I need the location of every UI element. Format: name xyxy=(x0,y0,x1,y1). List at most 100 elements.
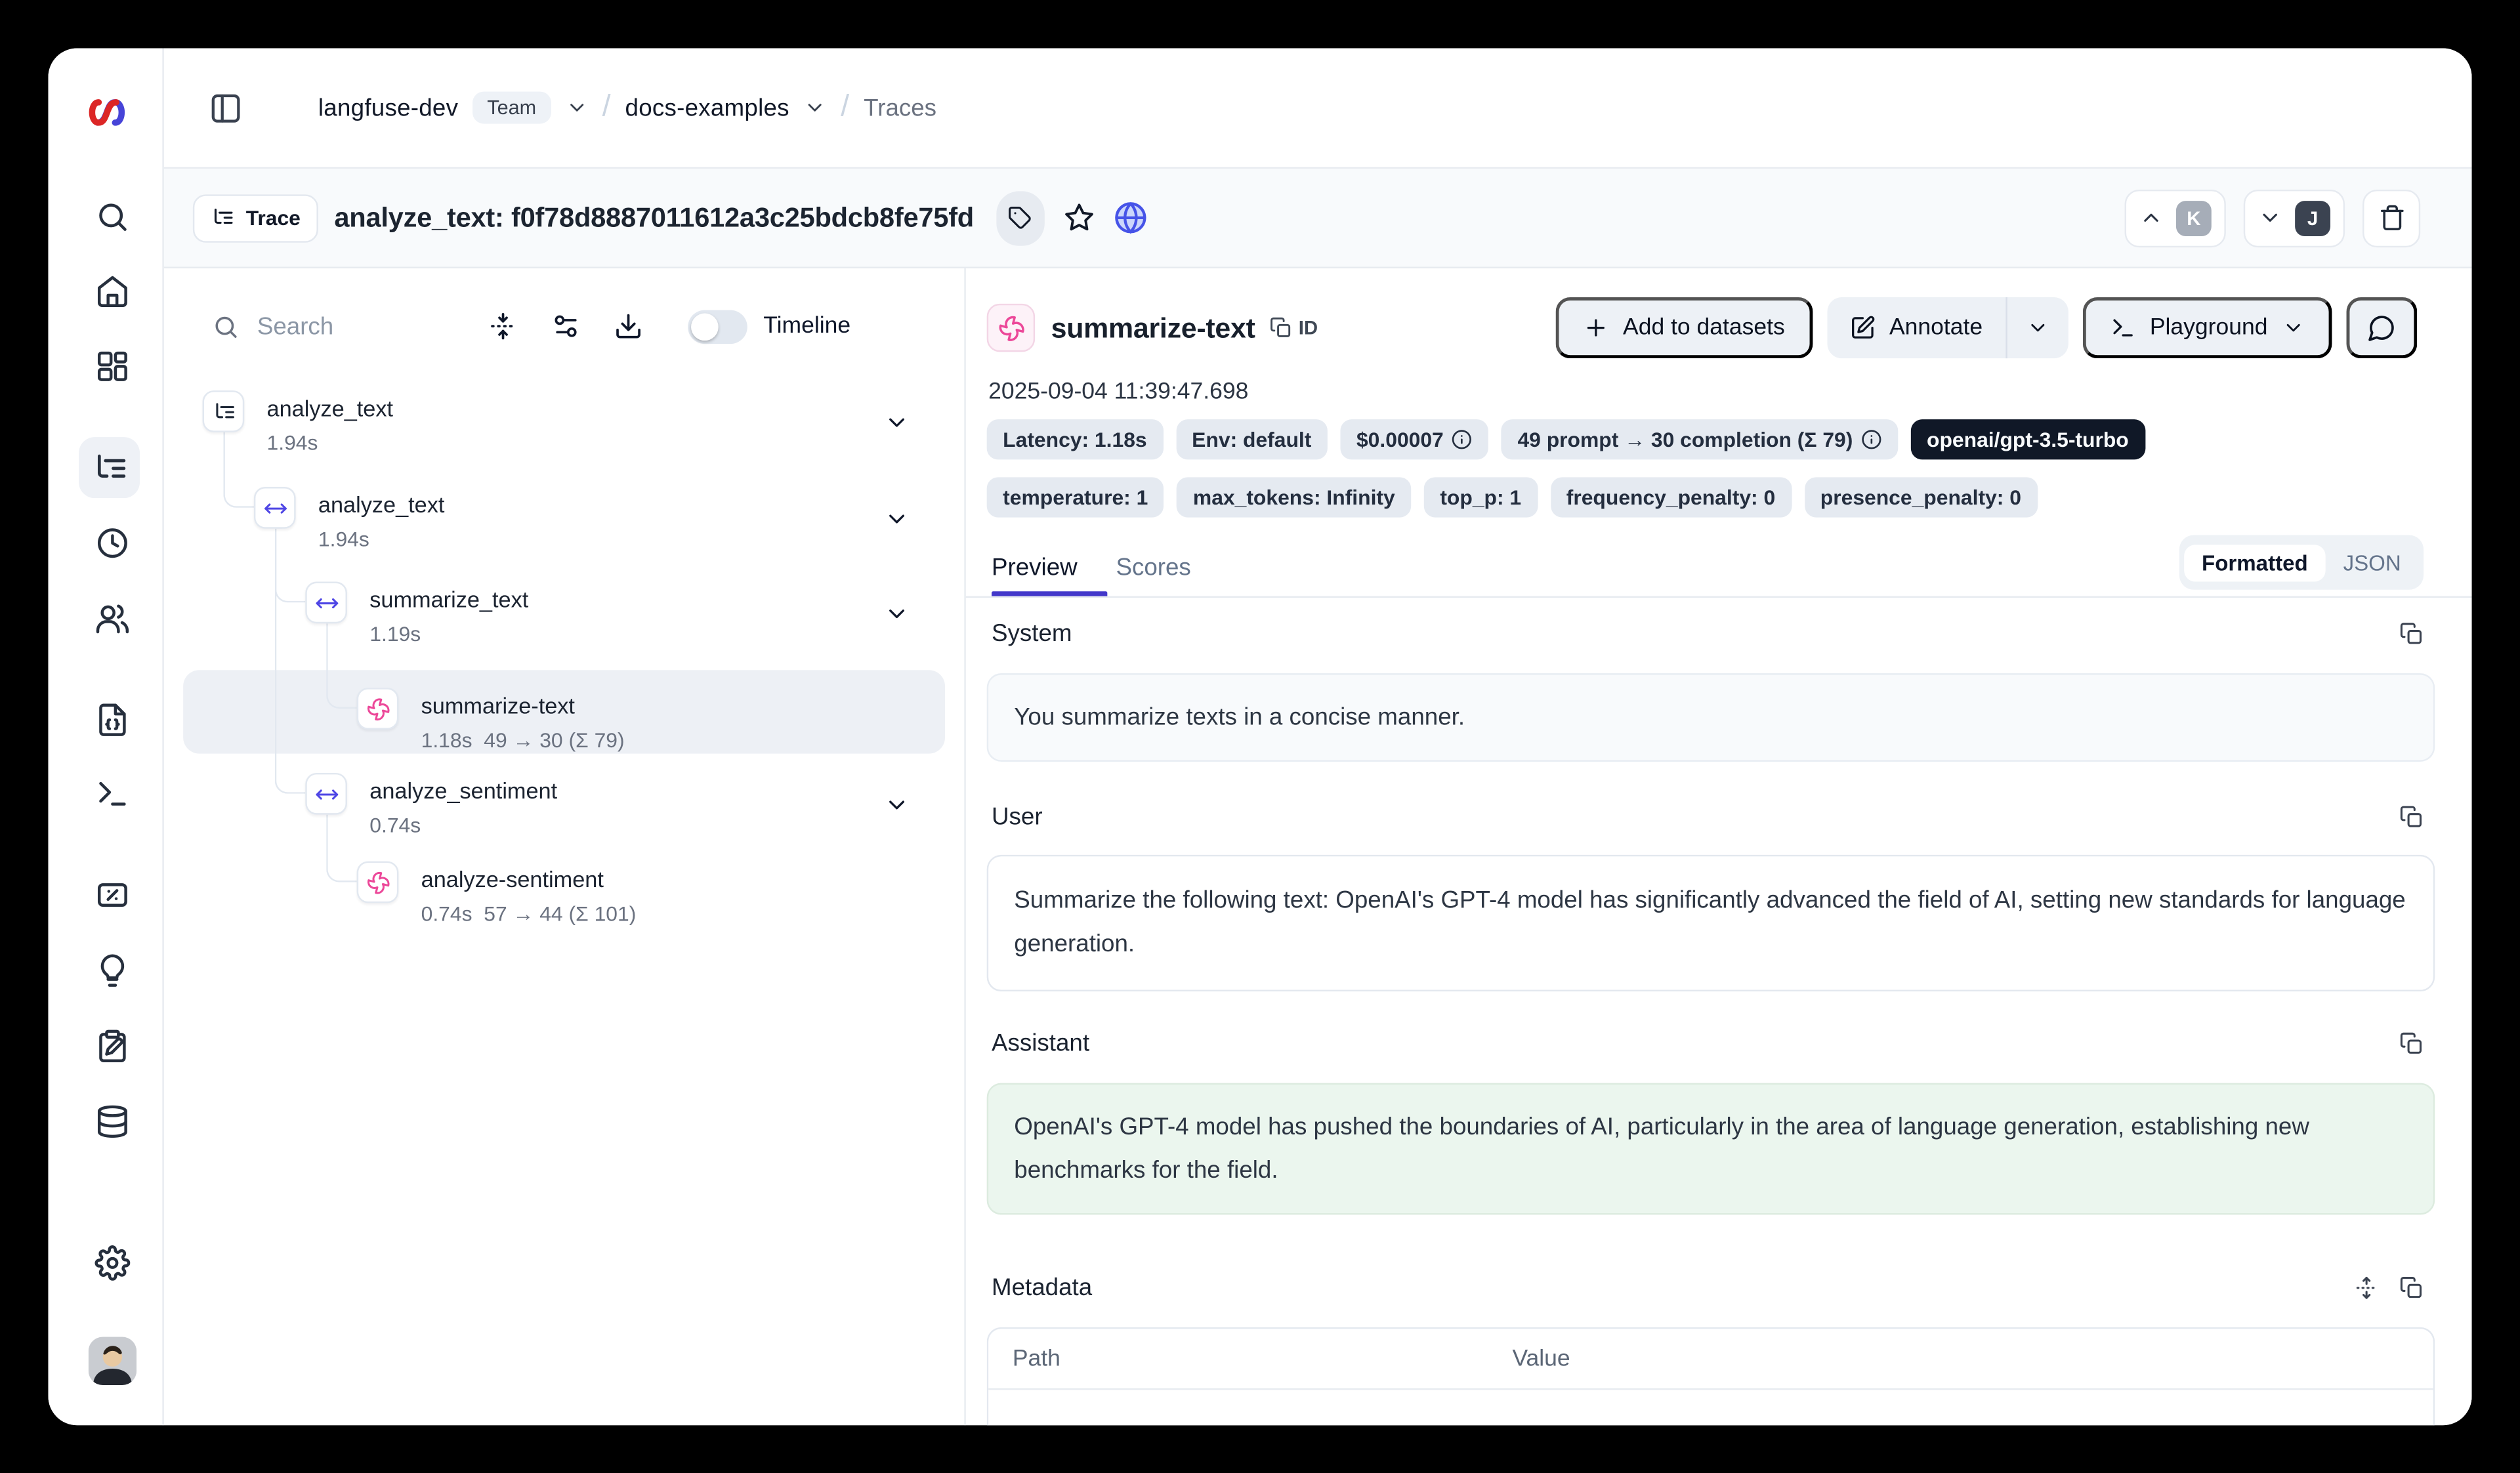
tree-row-duration: 1.19s xyxy=(369,622,421,646)
download-icon[interactable] xyxy=(614,312,643,341)
copy-icon[interactable] xyxy=(2399,622,2424,646)
param-badge: top_p: 1 xyxy=(1424,477,1538,517)
format-formatted-option[interactable]: Formatted xyxy=(2184,544,2326,581)
user-avatar[interactable] xyxy=(89,1337,136,1385)
model-params-row: temperature: 1 max_tokens: Infinity top_… xyxy=(987,477,2038,517)
playground-label: Playground xyxy=(2150,315,2268,341)
tree-toolbar: Timeline xyxy=(164,294,965,358)
tree-row-duration: 1.94s xyxy=(318,527,369,551)
delete-trace-button[interactable] xyxy=(2362,189,2420,247)
breadcrumb-environment[interactable]: docs-examples xyxy=(625,94,789,121)
annotate-button[interactable]: Annotate xyxy=(1826,297,2005,358)
datasets-database-icon[interactable] xyxy=(94,1104,130,1139)
env-badge: Env: default xyxy=(1176,419,1328,459)
sidebar xyxy=(48,48,163,1425)
home-icon[interactable] xyxy=(94,273,130,308)
breadcrumb: langfuse-dev Team / docs-examples / Trac… xyxy=(318,90,936,125)
tab-scores[interactable]: Scores xyxy=(1116,554,1190,581)
trace-node-icon[interactable] xyxy=(203,390,245,432)
observation-title: summarize-text xyxy=(1051,311,1255,344)
sessions-clock-icon[interactable] xyxy=(94,526,130,561)
playground-terminal-icon[interactable] xyxy=(94,776,130,812)
model-badge[interactable]: openai/gpt-3.5-turbo xyxy=(1911,419,2145,459)
tree-row-metrics: 0.74s 57 → 44 (Σ 101) xyxy=(421,902,637,926)
cost-badge[interactable]: $0.00007 xyxy=(1340,419,1488,459)
fold-vertical-icon[interactable] xyxy=(488,312,517,341)
span-node-icon[interactable] xyxy=(254,487,296,529)
annotate-dropdown-chevron[interactable] xyxy=(2005,297,2068,358)
comments-button[interactable] xyxy=(2347,297,2418,358)
playground-button[interactable]: Playground xyxy=(2082,297,2332,358)
kbd-k-badge: K xyxy=(2176,200,2212,236)
tree-row-label[interactable]: analyze_sentiment xyxy=(369,778,557,803)
generation-node-icon[interactable] xyxy=(357,688,399,730)
view-settings-icon[interactable] xyxy=(551,312,580,341)
tracing-tree-icon[interactable] xyxy=(92,450,129,487)
breadcrumb-project[interactable]: langfuse-dev xyxy=(318,94,458,121)
timeline-toggle[interactable] xyxy=(688,309,747,342)
copy-icon[interactable] xyxy=(2399,1031,2424,1056)
trace-tree-panel: Timeline analyze_text 1.94s anal xyxy=(164,268,966,1425)
user-section-heading: User xyxy=(992,803,1043,831)
users-icon[interactable] xyxy=(94,601,130,636)
unfold-vertical-icon[interactable] xyxy=(2355,1276,2379,1300)
lightbulb-icon[interactable] xyxy=(94,953,130,988)
chevron-down-icon[interactable] xyxy=(565,96,587,119)
tree-row-duration: 0.74s xyxy=(369,813,421,837)
collapse-chevron-icon[interactable] xyxy=(884,792,910,818)
public-globe-icon[interactable] xyxy=(1114,201,1147,234)
span-node-icon[interactable] xyxy=(305,773,347,815)
bookmark-star-icon[interactable] xyxy=(1064,203,1095,234)
id-label: ID xyxy=(1299,316,1318,339)
copy-icon[interactable] xyxy=(2399,1276,2424,1300)
tree-row-label[interactable]: summarize-text xyxy=(421,693,575,718)
panel-collapse-icon[interactable] xyxy=(209,91,242,124)
breadcrumb-separator: / xyxy=(602,90,611,125)
search-input[interactable] xyxy=(257,312,450,340)
annotate-label: Annotate xyxy=(1889,315,1983,341)
tree-row-label[interactable]: analyze_text xyxy=(318,491,445,517)
tag-icon[interactable] xyxy=(996,190,1044,245)
tree-row-label[interactable]: summarize_text xyxy=(369,587,528,612)
langfuse-logo[interactable] xyxy=(85,94,129,130)
tokens-badge[interactable]: 49 prompt → 30 completion (Σ 79) xyxy=(1502,419,1898,459)
collapse-chevron-icon[interactable] xyxy=(884,601,910,627)
annotate-button-group: Annotate xyxy=(1826,297,2068,358)
scores-percent-icon[interactable] xyxy=(94,877,130,913)
generation-type-icon xyxy=(987,304,1035,352)
tree-search[interactable] xyxy=(212,312,450,340)
metadata-col-path: Path xyxy=(988,1346,1512,1371)
tree-row-label[interactable]: analyze-sentiment xyxy=(421,866,604,892)
add-to-datasets-label: Add to datasets xyxy=(1623,315,1785,341)
trace-button-label: Trace xyxy=(246,205,301,230)
latency-badge: Latency: 1.18s xyxy=(987,419,1163,459)
span-node-icon[interactable] xyxy=(305,582,347,624)
metrics-badge-row: Latency: 1.18s Env: default $0.00007 49 … xyxy=(987,419,2145,459)
annotation-clipboard-icon[interactable] xyxy=(94,1028,130,1064)
collapse-chevron-icon[interactable] xyxy=(884,409,910,435)
tree-row-label[interactable]: analyze_text xyxy=(267,395,394,421)
previous-trace-button[interactable]: K xyxy=(2125,189,2226,247)
prompts-file-icon[interactable] xyxy=(94,702,130,737)
chevron-down-icon[interactable] xyxy=(804,96,826,119)
tabs-divider xyxy=(966,596,2472,598)
metadata-table: Path Value xyxy=(987,1327,2435,1425)
format-json-option[interactable]: JSON xyxy=(2326,544,2419,581)
trace-type-button[interactable]: Trace xyxy=(193,194,318,241)
assistant-section-heading: Assistant xyxy=(992,1030,1089,1058)
settings-gear-icon[interactable] xyxy=(94,1245,130,1281)
system-section-heading: System xyxy=(992,620,1072,648)
dashboard-icon[interactable] xyxy=(94,348,130,384)
tree-row-duration: 1.94s xyxy=(267,430,318,455)
copy-id-button[interactable]: ID xyxy=(1270,316,1318,339)
tab-preview[interactable]: Preview xyxy=(992,554,1078,581)
search-icon[interactable] xyxy=(94,199,130,235)
kbd-j-badge: J xyxy=(2295,200,2330,236)
generation-node-icon[interactable] xyxy=(357,861,399,903)
timeline-label: Timeline xyxy=(763,314,850,339)
breadcrumb-section[interactable]: Traces xyxy=(864,94,936,121)
collapse-chevron-icon[interactable] xyxy=(884,506,910,531)
copy-icon[interactable] xyxy=(2399,805,2424,829)
next-trace-button[interactable]: J xyxy=(2244,189,2345,247)
add-to-datasets-button[interactable]: Add to datasets xyxy=(1555,297,1812,358)
